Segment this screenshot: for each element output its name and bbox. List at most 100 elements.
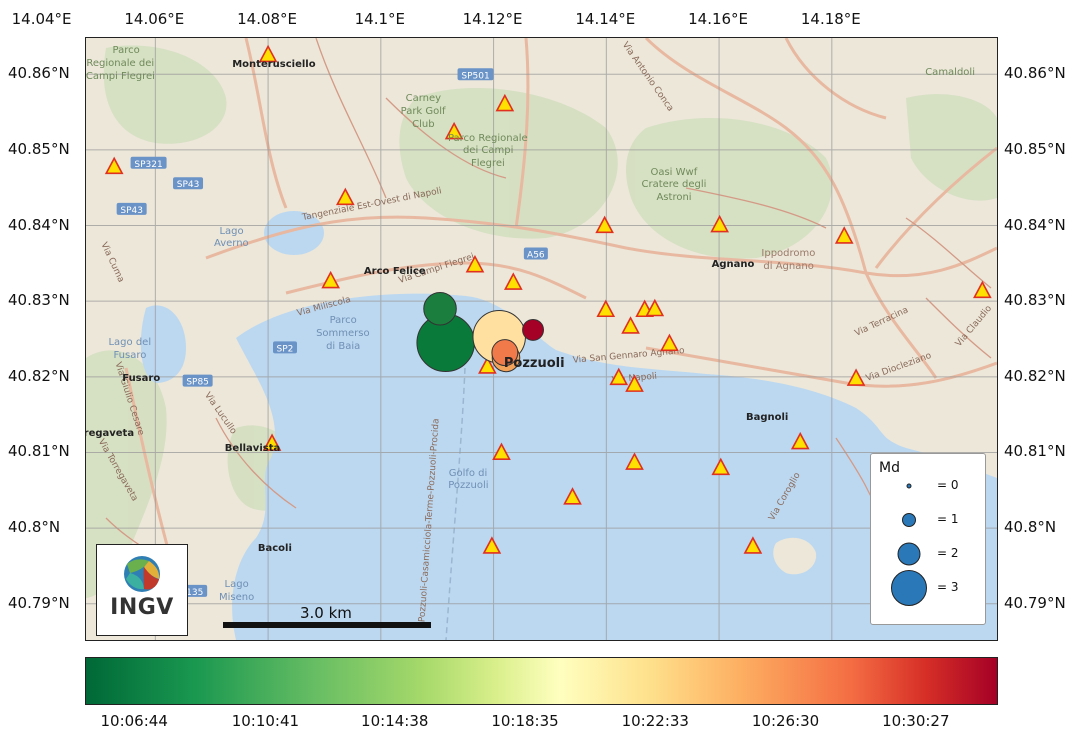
legend-magnitude-circle: [906, 483, 912, 489]
legend-entry-label: = 3: [937, 580, 959, 594]
map-view[interactable]: SP501SP321SP43SP43A56SP2SP85SP135SP135 T…: [85, 37, 998, 641]
latitude-tick-label: 40.84°N: [8, 215, 70, 234]
svg-text:SP43: SP43: [120, 206, 143, 216]
latitude-tick-label: 40.86°N: [1004, 64, 1066, 83]
place-label: di Agnano: [763, 261, 814, 273]
latitude-tick-label: 40.82°N: [1004, 366, 1066, 385]
earthquake-circle: [522, 318, 545, 341]
place-label: Golfo di: [448, 467, 488, 479]
place-label: Bagnoli: [745, 412, 789, 424]
longitude-tick-label: 14.06°E: [124, 10, 185, 28]
place-label: Miseno: [219, 591, 255, 603]
place-label: Bacoli: [257, 543, 292, 555]
legend-entry-label: = 2: [937, 546, 959, 560]
globe-icon: [124, 556, 160, 592]
road-badge: SP43: [116, 202, 147, 216]
place-label: Sommerso: [316, 327, 370, 339]
place-label: Astroni: [656, 192, 692, 204]
place-label: Arco Felice: [363, 266, 426, 278]
road-badge: SP501: [457, 68, 494, 81]
longitude-tick-label: 14.18°E: [800, 10, 861, 28]
colorbar-tick-label: 10:22:33: [621, 712, 689, 730]
longitude-tick-label: 14.12°E: [462, 10, 523, 28]
legend-magnitude-circle: [897, 542, 921, 566]
map-canvas: SP501SP321SP43SP43A56SP2SP85SP135SP135 T…: [86, 38, 997, 640]
road-badge: SP321: [130, 156, 167, 170]
place-label: Camaldoli: [925, 66, 975, 78]
legend-magnitude-circle: [902, 513, 916, 527]
latitude-tick-label: 40.81°N: [8, 442, 70, 461]
longitude-tick-label: 14.08°E: [237, 10, 298, 28]
latitude-tick-label: 40.8°N: [1004, 518, 1057, 537]
latitude-tick-label: 40.83°N: [1004, 291, 1066, 310]
svg-text:A56: A56: [527, 251, 545, 261]
longitude-tick-label: 14.14°E: [575, 10, 636, 28]
svg-text:SP43: SP43: [177, 180, 200, 190]
place-label: Parco: [112, 44, 140, 56]
latitude-tick-label: 40.85°N: [8, 139, 70, 158]
place-label: Campi Flegrei: [85, 71, 155, 83]
latitude-tick-label: 40.84°N: [1004, 215, 1066, 234]
ingv-logo-text: INGV: [110, 595, 174, 620]
svg-text:SP321: SP321: [134, 160, 162, 170]
place-label: Regionale dei: [86, 57, 155, 69]
place-label: Carney: [405, 93, 442, 105]
colorbar-tick-label: 10:30:27: [882, 712, 950, 730]
road-badge: SP43: [173, 177, 204, 190]
latitude-tick-label: 40.79°N: [1004, 593, 1066, 612]
svg-text:SP501: SP501: [461, 71, 489, 81]
latitude-tick-label: 40.86°N: [8, 64, 70, 83]
place-label: Averno: [213, 238, 249, 250]
latitude-tick-label: 40.85°N: [1004, 139, 1066, 158]
latitude-tick-label: 40.82°N: [8, 366, 70, 385]
legend-symbols: [891, 483, 927, 606]
place-label: Agnano: [711, 258, 755, 270]
colorbar-tick-label: 10:14:38: [361, 712, 429, 730]
place-label: Monterusciello: [232, 59, 316, 71]
place-label: Cratere degli: [641, 179, 707, 191]
place-label: Park Golf: [400, 106, 446, 118]
longitude-tick-label: 14.16°E: [688, 10, 749, 28]
longitude-tick-label: 14.1°E: [354, 10, 406, 28]
road-badge: SP2: [272, 341, 297, 354]
place-label: dei Campi: [462, 145, 514, 157]
place-label: Club: [412, 118, 435, 130]
svg-text:SP85: SP85: [186, 378, 209, 388]
latitude-tick-label: 40.8°N: [8, 518, 61, 537]
place-label: Fusaro: [122, 373, 161, 385]
place-label: Lago del: [108, 336, 152, 348]
road-badge: SP85: [182, 374, 213, 388]
latitude-tick-label: 40.83°N: [8, 291, 70, 310]
legend-magnitude-circle: [891, 570, 927, 606]
place-label: di Baia: [326, 340, 361, 352]
ingv-logo: INGV: [96, 544, 188, 636]
earthquake-circle: [423, 291, 457, 326]
time-colorbar: [85, 657, 998, 705]
place-label: Pozzuoli: [448, 480, 489, 492]
magnitude-legend: Md = 0 = 1 = 2 = 3: [870, 453, 986, 625]
place-label: Lago: [224, 578, 249, 590]
place-label: Oasi Wwf: [650, 166, 698, 178]
colorbar-tick-label: 10:06:44: [100, 712, 168, 730]
scale-bar-label: 3.0 km: [300, 604, 352, 622]
colorbar-tick-label: 10:18:35: [491, 712, 559, 730]
latitude-tick-label: 40.79°N: [8, 593, 70, 612]
place-label: Fusaro: [113, 349, 147, 361]
place-label: Flegrei: [470, 158, 505, 170]
colorbar-tick-label: 10:10:41: [231, 712, 300, 730]
legend-entry-label: = 0: [937, 478, 959, 492]
road-badge: A56: [523, 247, 548, 261]
place-label: erregaveta: [85, 427, 135, 439]
svg-text:SP2: SP2: [277, 344, 294, 354]
place-label: Pozzuoli: [503, 355, 565, 371]
colorbar-tick-label: 10:26:30: [751, 712, 820, 730]
place-label: Bellavista: [224, 443, 281, 455]
place-label: Lago: [219, 225, 244, 237]
place-label: Parco: [329, 314, 357, 326]
place-label: Ippodromo: [761, 248, 816, 260]
place-label: Parco Regionale: [447, 132, 528, 144]
legend-entry-label: = 1: [937, 512, 959, 526]
scale-bar: [223, 622, 431, 628]
latitude-tick-label: 40.81°N: [1004, 442, 1066, 461]
longitude-tick-label: 14.04°E: [11, 10, 72, 28]
